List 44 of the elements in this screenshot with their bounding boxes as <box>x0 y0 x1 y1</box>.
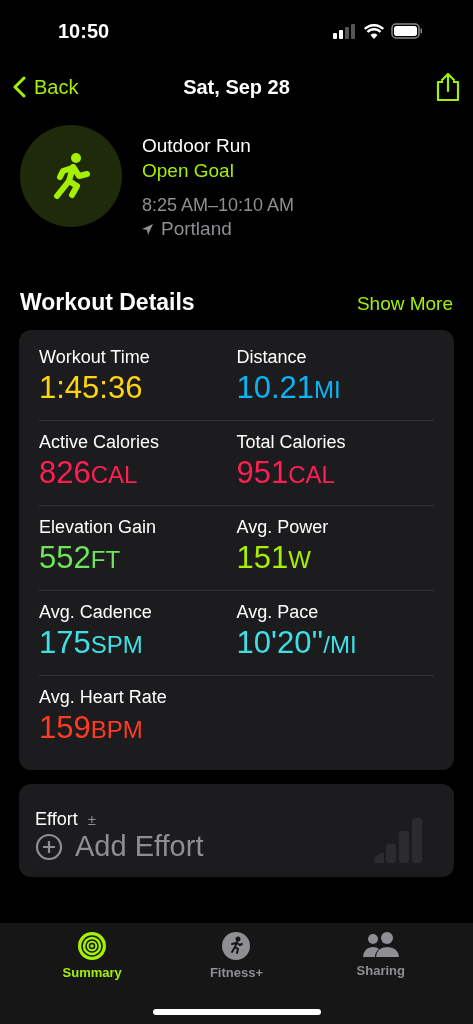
signal-icon <box>333 23 357 39</box>
people-icon <box>361 931 400 959</box>
share-button[interactable] <box>435 72 461 102</box>
workout-name: Outdoor Run <box>142 134 252 158</box>
plus-circle-icon <box>35 832 63 861</box>
effort-label: Effort <box>35 809 78 830</box>
rings-icon <box>77 931 108 961</box>
chevron-left-icon <box>12 76 26 98</box>
tab-item[interactable]: Sharing <box>335 931 426 983</box>
metric-label: Avg. Cadence <box>39 601 153 623</box>
metric-value: 151W <box>236 540 312 577</box>
metric-label: Distance <box>236 346 308 368</box>
metric-label: Active Calories <box>39 431 161 453</box>
metric-value: 951CAL <box>236 455 336 492</box>
runner-icon <box>51 152 91 200</box>
battery-icon <box>391 23 423 39</box>
metric-label: Avg. Power <box>236 516 330 538</box>
show-more-link[interactable]: Show More <box>356 293 453 315</box>
section-title: Workout Details <box>20 289 195 316</box>
metric-label: Avg. Heart Rate <box>39 686 168 708</box>
wifi-icon <box>364 23 384 39</box>
metric-value: 826CAL <box>39 455 139 492</box>
workout-goal: Open Goal <box>142 159 235 183</box>
runner-icon <box>221 931 252 961</box>
plus-minus-symbol: ± <box>87 811 96 828</box>
tab-item[interactable]: Summary <box>47 931 138 983</box>
status-time: 10:50 <box>58 19 110 43</box>
metric-value: 175SPM <box>39 625 144 662</box>
location-arrow-icon <box>142 223 153 235</box>
location-text: Portland <box>161 217 232 241</box>
metric-label: Avg. Pace <box>236 601 320 623</box>
tab-item[interactable]: Fitness+ <box>191 931 282 983</box>
metric-value: 159BPM <box>39 710 144 747</box>
metric-value: 1:45:36 <box>39 370 144 406</box>
metric-label: Total Calories <box>236 431 347 453</box>
metric-label: Workout Time <box>39 346 151 368</box>
back-button[interactable]: Back <box>12 75 79 99</box>
metric-value: 552FT <box>39 540 122 577</box>
metric-value: 10.21MI <box>236 370 342 407</box>
time-range: 8:25 AM–10:10 AM <box>142 194 295 217</box>
metric-value: 10'20''/MI <box>236 625 358 662</box>
nav-title: Sat, Sep 28 <box>183 75 290 99</box>
metric-label: Elevation Gain <box>39 516 158 538</box>
add-effort-button[interactable]: Add Effort <box>35 830 204 863</box>
